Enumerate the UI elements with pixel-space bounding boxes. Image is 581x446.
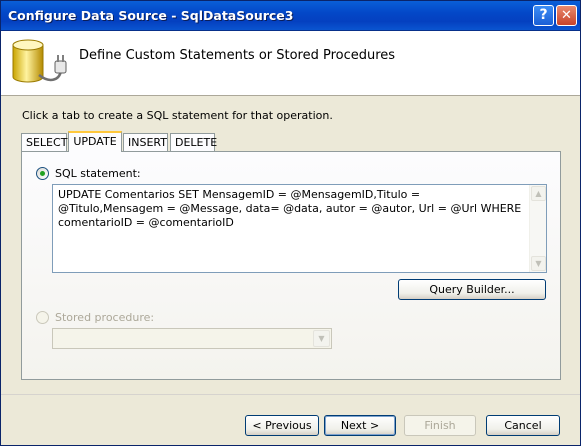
configure-data-source-dialog: Configure Data Source - SqlDataSource3 ?… [0, 0, 581, 446]
stored-procedure-radio[interactable] [36, 311, 49, 324]
help-button[interactable]: ? [533, 5, 554, 26]
tab-select[interactable]: SELECT [21, 133, 67, 152]
close-button[interactable]: ✕ [556, 5, 577, 26]
cancel-button[interactable]: Cancel [486, 415, 560, 436]
instruction-text: Click a tab to create a SQL statement fo… [22, 109, 333, 122]
previous-button[interactable]: < Previous [245, 415, 319, 436]
window-title: Configure Data Source - SqlDataSource3 [8, 8, 294, 23]
title-bar[interactable]: Configure Data Source - SqlDataSource3 ?… [1, 1, 580, 31]
tab-update[interactable]: UPDATE [68, 131, 122, 152]
database-plug-icon [12, 39, 67, 83]
sql-scrollbar[interactable]: ▲ ▼ [529, 185, 546, 272]
query-builder-button[interactable]: Query Builder... [398, 279, 546, 300]
scroll-down-icon[interactable]: ▼ [531, 256, 546, 271]
wizard-header: Define Custom Statements or Stored Proce… [1, 31, 580, 96]
scroll-up-icon[interactable]: ▲ [531, 186, 546, 201]
page-title: Define Custom Statements or Stored Proce… [79, 48, 396, 63]
finish-button[interactable]: Finish [404, 415, 476, 436]
sql-statement-text: UPDATE Comentarios SET MensagemID = @Men… [58, 188, 522, 229]
stored-procedure-label: Stored procedure: [55, 311, 155, 324]
sql-statement-radio[interactable] [36, 167, 49, 180]
sql-statement-textarea[interactable]: UPDATE Comentarios SET MensagemID = @Men… [52, 184, 547, 273]
stored-procedure-dropdown[interactable]: ▼ [52, 328, 332, 349]
chevron-down-icon[interactable]: ▼ [313, 330, 330, 347]
tab-delete[interactable]: DELETE [170, 133, 217, 152]
next-button[interactable]: Next > [324, 415, 396, 436]
tab-insert[interactable]: INSERT [123, 133, 168, 152]
sql-statement-label[interactable]: SQL statement: [55, 167, 141, 180]
footer-divider [1, 394, 580, 395]
update-tab-panel: SQL statement: UPDATE Comentarios SET Me… [21, 151, 561, 380]
